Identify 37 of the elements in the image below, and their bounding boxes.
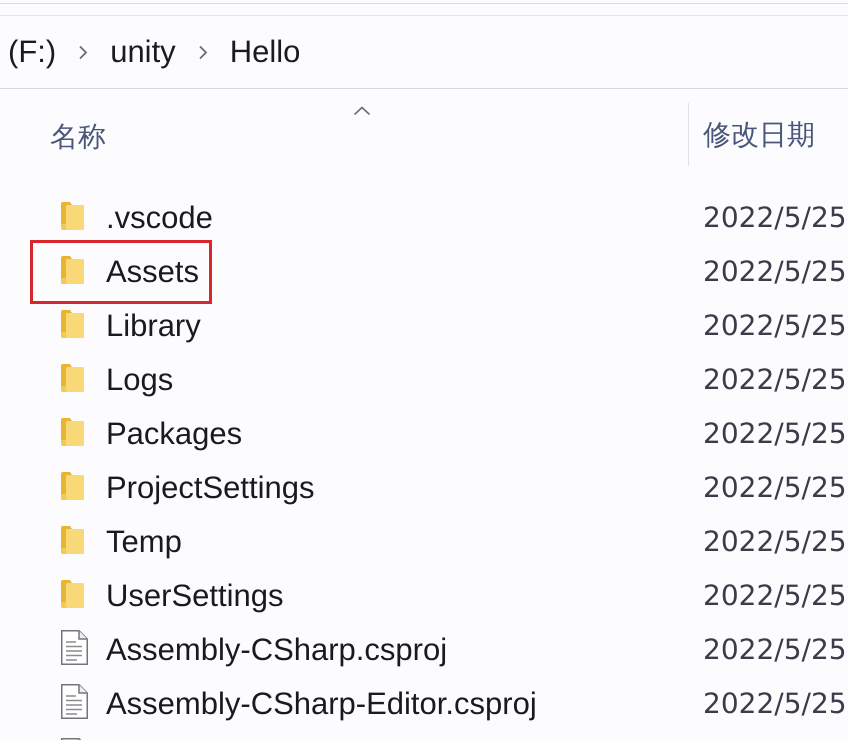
chevron-right-icon[interactable]: [198, 44, 208, 60]
file-name[interactable]: ProjectSettings: [106, 469, 314, 507]
file-name[interactable]: Packages: [106, 415, 242, 453]
modified-date: 2022/5/25: [702, 200, 848, 236]
folder-icon: [61, 472, 84, 500]
modified-date: 2022/5/25: [702, 632, 848, 668]
modified-date: 2022/5/25: [702, 470, 848, 506]
folder-icon: [61, 580, 84, 608]
document-icon: [61, 630, 88, 665]
modified-date: 2022/5/25: [702, 362, 848, 398]
breadcrumb-button[interactable]: unity: [110, 33, 176, 71]
breadcrumb-button[interactable]: (F:): [8, 33, 56, 71]
file-name[interactable]: Assets: [106, 253, 200, 291]
file-name[interactable]: Logs: [106, 361, 174, 399]
file-name[interactable]: .vscode: [106, 199, 213, 237]
file-name[interactable]: Assembly-CSharp-Editor.csproj: [106, 685, 537, 723]
modified-date: 2022/5/25: [702, 416, 848, 452]
breadcrumb-button[interactable]: Hello: [230, 33, 300, 71]
column-header[interactable]: 修改日期: [688, 103, 848, 166]
folder-icon: [61, 256, 84, 284]
modified-date: 2022/5/25: [702, 524, 848, 560]
file-name[interactable]: Assembly-CSharp.csproj: [106, 631, 448, 669]
folder-icon: [61, 418, 84, 446]
modified-date: 2022/5/25: [702, 254, 848, 290]
modified-date: 2022/5/25: [702, 686, 848, 722]
file-name[interactable]: UserSettings: [106, 577, 284, 615]
modified-date: 2022/5/25: [702, 308, 848, 344]
folder-icon: [61, 310, 84, 338]
document-icon: [61, 684, 88, 719]
folder-icon: [61, 364, 84, 392]
file-name[interactable]: Library: [106, 307, 201, 345]
column-header[interactable]: 名称: [0, 103, 688, 166]
file-name[interactable]: Temp: [106, 523, 182, 561]
folder-icon: [61, 526, 84, 554]
modified-date: 2022/5/25: [702, 578, 848, 614]
chevron-right-icon[interactable]: [78, 44, 88, 60]
folder-icon: [61, 202, 84, 230]
